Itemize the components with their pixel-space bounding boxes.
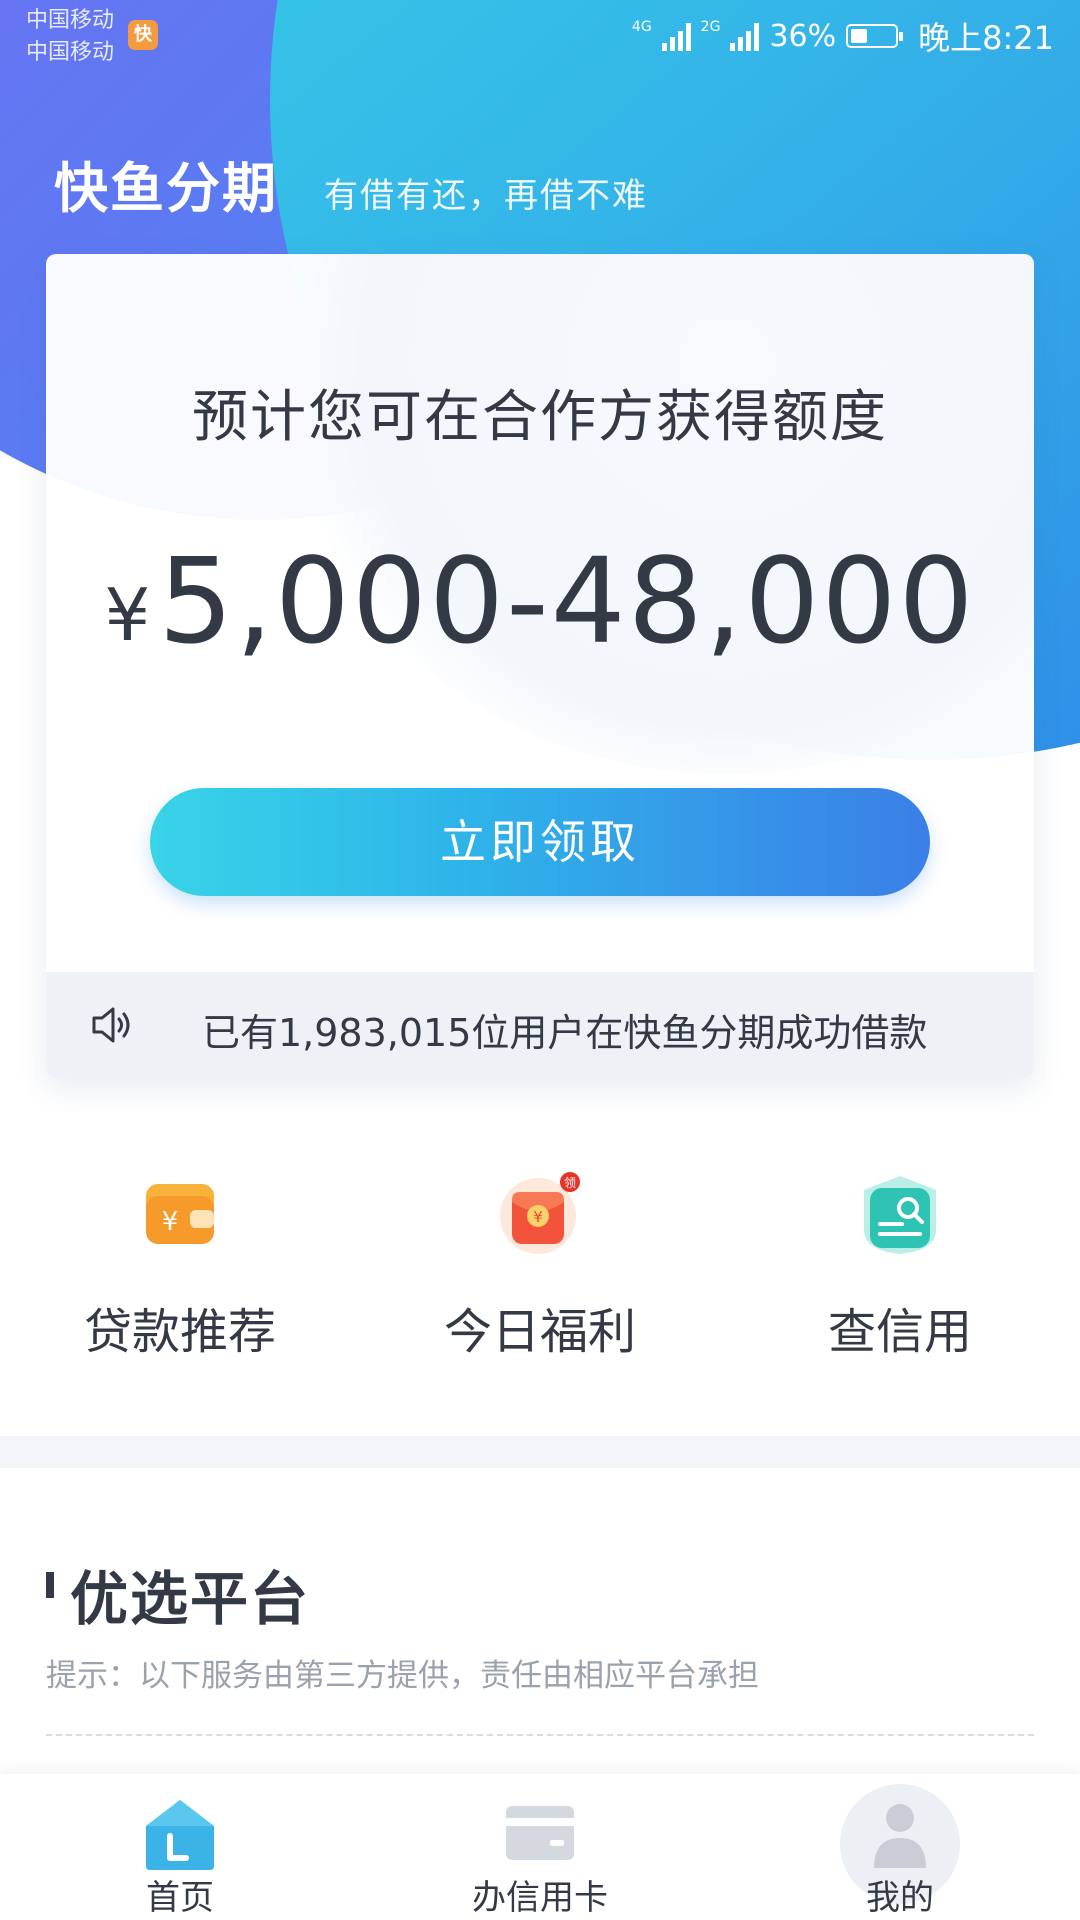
tab-home[interactable]: 首页 (0, 1774, 360, 1920)
quota-label: 预计您可在合作方获得额度 (192, 385, 888, 450)
signal-icon-2 (730, 21, 760, 51)
profile-icon (874, 1804, 926, 1868)
status-time: 晚上8:21 (918, 19, 1054, 57)
svg-text:¥: ¥ (162, 1207, 179, 1237)
status-indicators: 4G 2G 36% 晚上8:21 (632, 14, 1054, 58)
dashed-divider (46, 1734, 1034, 1736)
feature-loan-recommend[interactable]: ¥ 贷款推荐 (0, 1164, 360, 1384)
home-icon (146, 1800, 214, 1870)
svg-text:¥: ¥ (533, 1208, 543, 1226)
notice-text: 已有1,983,015位用户在快鱼分期成功借款 (202, 1011, 928, 1055)
feature-label: 今日福利 (443, 1304, 636, 1360)
red-envelope-icon: ¥ 领 (500, 1172, 580, 1254)
battery-icon (846, 24, 904, 48)
status-bar: 中国移动 中国移动 快 4G 2G 36% 晚上8:21 (0, 0, 1080, 72)
app-notification-icon: 快 (128, 20, 158, 50)
benefit-badge: 领 (564, 1176, 576, 1190)
notice-bar: 已有1,983,015位用户在快鱼分期成功借款 (46, 972, 1034, 1078)
tab-credit-card[interactable]: 办信用卡 (360, 1774, 720, 1920)
quota-range: 5,000-48,000 (158, 532, 976, 670)
tab-label: 首页 (146, 1878, 214, 1918)
battery-percent: 36% (769, 18, 837, 54)
app-slogan: 有借有还，再借不难 (324, 176, 648, 216)
feature-daily-benefit[interactable]: ¥ 领 今日福利 (360, 1164, 720, 1384)
carrier-label-1: 中国移动 (26, 8, 115, 33)
section-divider (0, 1436, 1080, 1468)
feature-grid: ¥ 贷款推荐 ¥ 领 今日福利 查信用 (0, 1164, 1080, 1384)
credit-search-icon (864, 1176, 936, 1254)
network-type-1: 4G (631, 19, 652, 35)
credit-card-icon (506, 1806, 574, 1860)
bottom-tab-bar: 首页 办信用卡 我的 (0, 1774, 1080, 1920)
signal-icon (661, 21, 691, 51)
feature-credit-check[interactable]: 查信用 (720, 1164, 1080, 1384)
tab-label: 办信用卡 (472, 1878, 608, 1918)
feature-label: 贷款推荐 (83, 1304, 276, 1360)
quota-card: 预计您可在合作方获得额度 ¥5,000-48,000 立即领取 已有1,983,… (46, 254, 1034, 1078)
carrier-label-2: 中国移动 (26, 40, 115, 65)
currency-symbol: ¥ (104, 573, 153, 657)
quota-amount: ¥5,000-48,000 (46, 536, 1034, 666)
tab-profile[interactable]: 我的 (720, 1774, 1080, 1920)
section-hint: 提示：以下服务由第三方提供，责任由相应平台承担 (46, 1658, 759, 1694)
feature-label: 查信用 (827, 1304, 972, 1360)
section-title: 优选平台 (70, 1565, 311, 1633)
network-type-2: 2G (700, 19, 721, 35)
speaker-icon (92, 1007, 130, 1043)
app-title: 快鱼分期 (54, 157, 278, 220)
claim-button[interactable]: 立即领取 (150, 788, 930, 896)
card-background-glow (276, 254, 1034, 774)
wallet-icon: ¥ (146, 1184, 214, 1244)
tab-label: 我的 (866, 1878, 934, 1918)
section-marker (46, 1572, 54, 1598)
